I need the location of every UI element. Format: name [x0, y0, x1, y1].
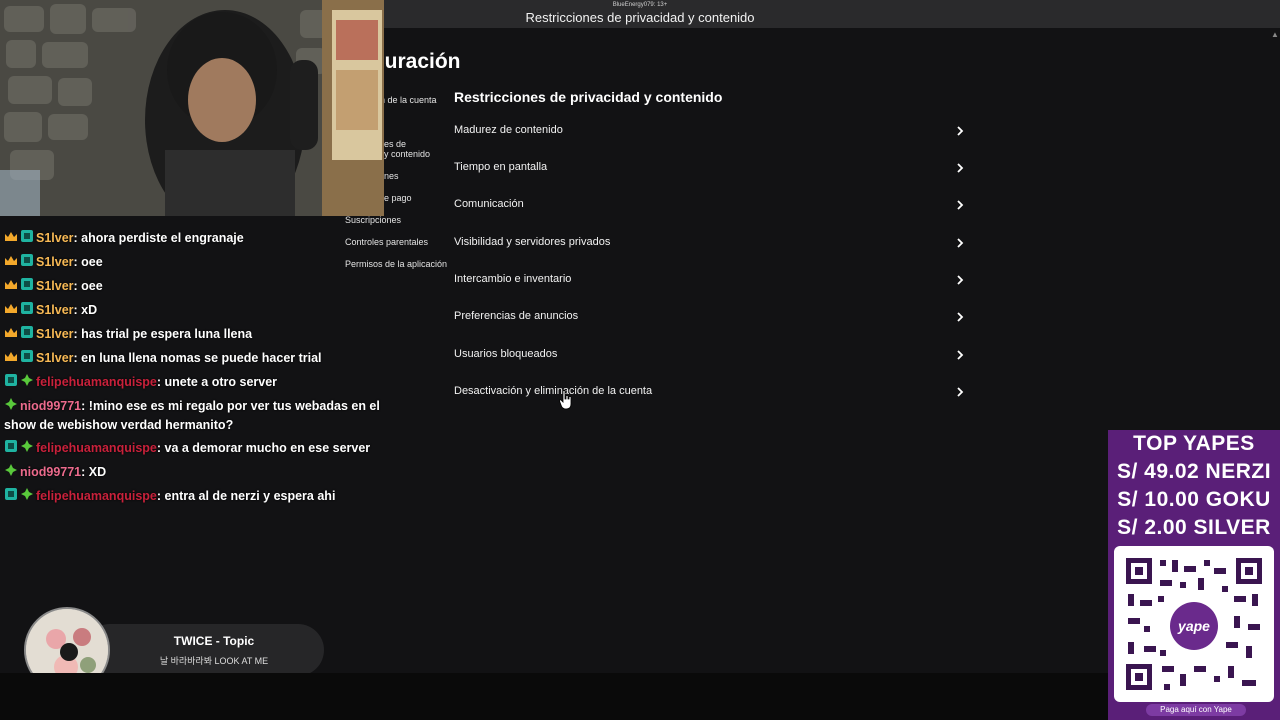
subscriber-badge-icon: [20, 277, 34, 296]
setting-label: Visibilidad y servidores privados: [454, 236, 611, 248]
chat-message: felipehuamanquispe: unete a otro server: [4, 373, 404, 392]
now-playing-pill: [84, 624, 324, 676]
chat-text: oee: [81, 255, 103, 269]
setting-label: Comunicación: [454, 198, 524, 210]
chat-message: niod99771: !mino ese es mi regalo por ve…: [4, 397, 380, 433]
subscriber-badge-icon: [20, 253, 34, 272]
chevron-right-icon: [957, 350, 964, 360]
sidebar-item-subscriptions[interactable]: Suscripciones: [345, 215, 401, 226]
chat-username[interactable]: S1lver: [36, 231, 74, 245]
sidebar-item-account-info[interactable]: n de la cuenta: [380, 95, 437, 106]
sidebar-item-privacy-line2[interactable]: y contenido: [384, 149, 430, 160]
diamond-badge-icon: [20, 439, 34, 458]
bottom-bar: [0, 673, 1280, 720]
chat-username[interactable]: niod99771: [20, 399, 81, 413]
chat-text: entra al de nerzi y espera ahi: [164, 489, 336, 503]
chevron-right-icon: [957, 387, 964, 397]
subscriber-badge-icon: [4, 487, 18, 506]
donation-row: S/ 2.00 SILVER: [1117, 516, 1271, 539]
chat-username[interactable]: felipehuamanquispe: [36, 489, 157, 503]
setting-row-screen-time[interactable]: Tiempo en pantalla: [454, 153, 970, 183]
chat-message: felipehuamanquispe: entra al de nerzi y …: [4, 487, 404, 506]
chevron-right-icon: [957, 312, 964, 322]
chat-username[interactable]: S1lver: [36, 279, 74, 293]
chat-message: S1lver: oee: [4, 253, 404, 272]
setting-label: Tiempo en pantalla: [454, 161, 548, 173]
setting-row-communication[interactable]: Comunicación: [454, 190, 970, 220]
donation-panel: TOP YAPES S/ 49.02 NERZI S/ 10.00 GOKU S…: [1108, 430, 1280, 720]
chat-text: has trial pe espera luna llena: [81, 327, 253, 341]
chat-username[interactable]: felipehuamanquispe: [36, 441, 157, 455]
diamond-badge-icon: [4, 397, 18, 416]
setting-label: Intercambio e inventario: [454, 273, 572, 285]
setting-row-trading-inventory[interactable]: Intercambio e inventario: [454, 265, 970, 295]
setting-row-content-maturity[interactable]: Madurez de contenido: [454, 116, 970, 146]
track-artist: TWICE - Topic: [173, 634, 255, 648]
pay-with-yape-button[interactable]: Paga aquí con Yape: [1146, 704, 1246, 716]
sidebar-item-billing[interactable]: e pago: [384, 193, 412, 204]
chevron-right-icon: [957, 275, 964, 285]
setting-row-ad-preferences[interactable]: Preferencias de anuncios: [454, 302, 970, 332]
chat-message: S1lver: has trial pe espera luna llena: [4, 325, 404, 344]
setting-row-visibility[interactable]: Visibilidad y servidores privados: [454, 228, 970, 258]
subscriber-badge-icon: [4, 373, 18, 392]
chat-username[interactable]: niod99771: [20, 465, 81, 479]
chat-username[interactable]: S1lver: [36, 327, 74, 341]
chat-text: va a demorar mucho en ese server: [164, 441, 371, 455]
hand-cursor-icon: [559, 390, 572, 410]
chat-text: ahora perdiste el engranaje: [81, 231, 244, 245]
setting-row-blocked-users[interactable]: Usuarios bloqueados: [454, 340, 970, 370]
chat-username[interactable]: S1lver: [36, 255, 74, 269]
chevron-right-icon: [957, 238, 964, 248]
setting-label: Preferencias de anuncios: [454, 310, 579, 322]
chevron-right-icon: [957, 163, 964, 173]
track-title: 날 바라바라봐 LOOK AT ME: [159, 656, 269, 666]
chat-message: niod99771: XD: [4, 463, 404, 482]
chevron-right-icon: [957, 200, 964, 210]
subscriber-badge-icon: [20, 229, 34, 248]
diamond-badge-icon: [20, 373, 34, 392]
webcam-image: [0, 0, 384, 216]
chat-message: S1lver: ahora perdiste el engranaje: [4, 229, 404, 248]
crown-badge-icon: [4, 326, 18, 344]
chat-message: felipehuamanquispe: va a demorar mucho e…: [4, 439, 404, 458]
scroll-up-arrow-icon[interactable]: ▲: [1271, 30, 1279, 39]
crown-badge-icon: [4, 278, 18, 296]
sidebar-item-notifications[interactable]: nes: [384, 171, 399, 182]
chat-text: XD: [88, 465, 107, 479]
chat-text: xD: [81, 303, 98, 317]
diamond-badge-icon: [20, 487, 34, 506]
chat-username[interactable]: S1lver: [36, 303, 74, 317]
chat-text: en luna llena nomas se puede hacer trial: [81, 351, 322, 365]
chat-username[interactable]: felipehuamanquispe: [36, 375, 157, 389]
setting-label: Madurez de contenido: [454, 124, 563, 136]
subscriber-badge-icon: [20, 325, 34, 344]
donation-row: S/ 10.00 GOKU: [1117, 488, 1271, 511]
setting-label: Desactivación y eliminación de la cuenta: [454, 385, 653, 397]
chat-text: oee: [81, 279, 103, 293]
donation-heading: TOP YAPES: [1133, 432, 1255, 455]
subscriber-badge-icon: [20, 301, 34, 320]
setting-row-deactivation-deletion[interactable]: Desactivación y eliminación de la cuenta: [454, 377, 970, 407]
scrollbar[interactable]: ▲: [1268, 28, 1280, 420]
crown-badge-icon: [4, 254, 18, 272]
subscriber-badge-icon: [20, 349, 34, 368]
qr-code[interactable]: yape: [1114, 546, 1274, 702]
crown-badge-icon: [4, 350, 18, 368]
subscriber-badge-icon: [4, 439, 18, 458]
crown-badge-icon: [4, 230, 18, 248]
diamond-badge-icon: [4, 463, 18, 482]
chat-message: S1lver: en luna llena nomas se puede hac…: [4, 349, 404, 368]
webcam-feed: [0, 0, 384, 216]
chat-text: unete a otro server: [164, 375, 278, 389]
chat-message: S1lver: oee: [4, 277, 404, 296]
yape-logo: yape: [1177, 618, 1210, 634]
donation-row: S/ 49.02 NERZI: [1116, 460, 1272, 483]
crown-badge-icon: [4, 302, 18, 320]
chat-message: S1lver: xD: [4, 301, 404, 320]
section-title: Restricciones de privacidad y contenido: [454, 89, 723, 105]
chevron-right-icon: [957, 126, 964, 136]
chat-username[interactable]: S1lver: [36, 351, 74, 365]
setting-label: Usuarios bloqueados: [454, 348, 558, 360]
